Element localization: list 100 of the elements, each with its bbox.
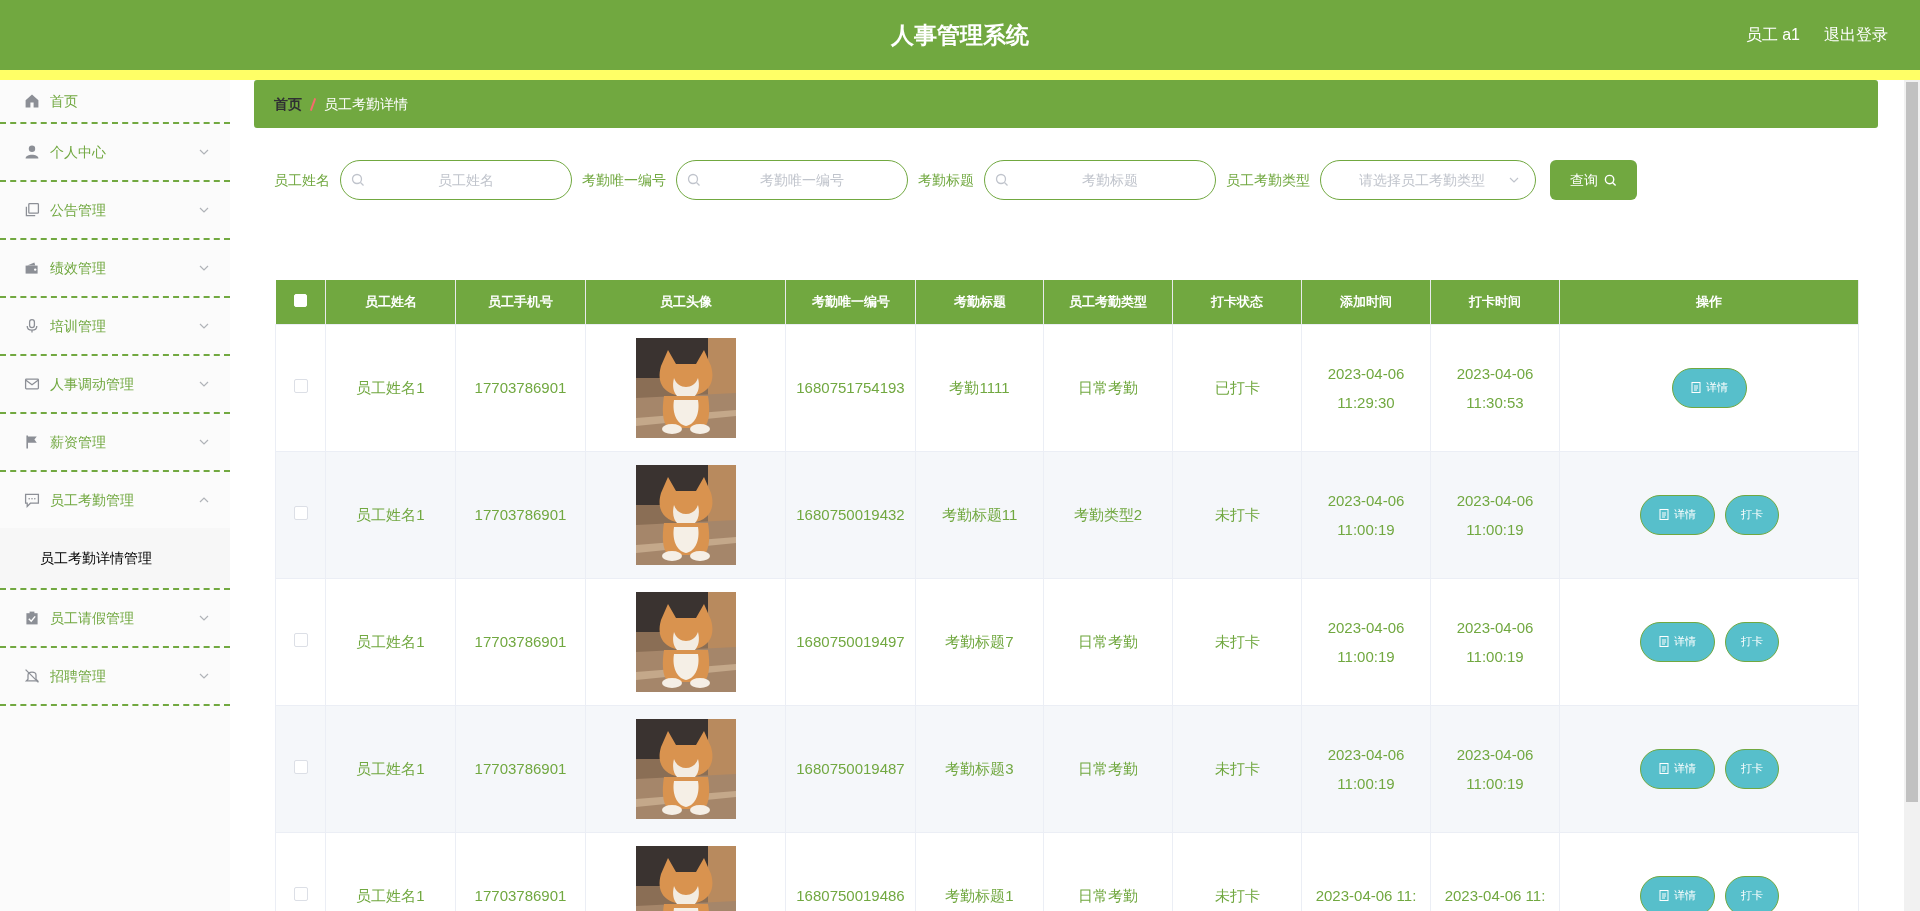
row-checkbox[interactable] (293, 378, 308, 393)
copy-icon (24, 202, 40, 218)
row-checkbox[interactable] (293, 759, 308, 774)
sidebar-menu[interactable]: 员工请假管理 (0, 590, 230, 646)
table-cell: 未打卡 (1214, 760, 1260, 777)
document-icon (1658, 763, 1669, 774)
table-cell: 未打卡 (1214, 887, 1260, 904)
table-cell: 1680750019432 (796, 506, 905, 523)
table-cell: 2023-04-06 11:30:53 (1456, 364, 1534, 411)
table-cell: 考勤标题7 (945, 633, 1014, 650)
table-cell: 2023-04-06 11:00:19 (1456, 745, 1534, 792)
chat-icon (24, 492, 40, 508)
column-header: 操作 (1559, 280, 1859, 324)
table-cell: 员工姓名1 (356, 379, 425, 396)
clock-in-button[interactable]: 打卡 (1724, 748, 1779, 789)
table-cell: 未打卡 (1214, 506, 1260, 523)
sidebar-subitem[interactable]: 员工考勤详情管理 (0, 528, 230, 588)
sidebar-menu[interactable]: 薪资管理 (0, 414, 230, 470)
sidebar-menu[interactable]: 绩效管理 (0, 240, 230, 296)
wallet-icon (24, 260, 40, 276)
home-icon (24, 93, 40, 109)
search-icon (687, 173, 701, 187)
table-cell: 2023-04-06 11: (1444, 887, 1546, 904)
table-cell: 已打卡 (1214, 379, 1260, 396)
search-icon (351, 173, 365, 187)
table-cell: 员工姓名1 (356, 760, 425, 777)
table-cell: 2023-04-06 11:00:19 (1327, 618, 1405, 665)
clock-in-button[interactable]: 打卡 (1724, 494, 1779, 535)
sidebar-menu[interactable]: 公告管理 (0, 182, 230, 238)
details-button[interactable]: 详情 (1639, 494, 1715, 535)
table-cell: 1680750019497 (796, 633, 905, 650)
column-header: 员工姓名 (325, 280, 456, 324)
table-cell: 1680751754193 (796, 379, 905, 396)
clock-in-button[interactable]: 打卡 (1724, 875, 1779, 911)
table-cell: 2023-04-06 11:00:19 (1456, 618, 1534, 665)
search-icon (1604, 173, 1617, 187)
breadcrumb-link[interactable]: 首页 (274, 93, 302, 115)
details-button[interactable]: 详情 (1671, 367, 1747, 408)
clipboard-check-icon (24, 610, 40, 626)
breadcrumb-current: 员工考勤详情 (324, 94, 408, 114)
column-header: 考勤唯一编号 (785, 280, 916, 324)
column-header: 员工考勤类型 (1043, 280, 1173, 324)
logout-link[interactable]: 退出登录 (1824, 23, 1888, 47)
table-cell: 考勤标题11 (941, 506, 1018, 523)
microphone-icon (24, 318, 40, 334)
field-label: 考勤标题 (918, 170, 974, 190)
table-cell: 2023-04-06 11:00:19 (1327, 745, 1405, 792)
column-header: 打卡时间 (1430, 280, 1560, 324)
column-header: 考勤标题 (915, 280, 1044, 324)
row-checkbox[interactable] (293, 505, 308, 520)
search-field[interactable]: 考勤唯一编号 (676, 160, 908, 200)
table-cell: 日常考勤 (1078, 760, 1138, 777)
field-label: 考勤唯一编号 (582, 170, 666, 190)
table-cell: 17703786901 (474, 506, 567, 523)
row-checkbox[interactable] (293, 632, 308, 647)
column-header: 员工手机号 (455, 280, 586, 324)
table-cell: 考勤1111 (949, 379, 1010, 396)
document-icon (1658, 509, 1669, 520)
scrollbar[interactable] (1904, 80, 1920, 911)
document-icon (1658, 636, 1669, 647)
sidebar-menu[interactable]: 培训管理 (0, 298, 230, 354)
table-cell: 考勤标题1 (945, 887, 1014, 904)
document-icon (1658, 890, 1669, 901)
document-icon (1690, 382, 1701, 393)
row-checkbox[interactable] (293, 886, 308, 901)
sidebar-menu[interactable]: 招聘管理 (0, 648, 230, 704)
table-cell: 2023-04-06 11:29:30 (1327, 364, 1405, 411)
flag-icon (24, 434, 40, 450)
sidebar-menu[interactable]: 个人中心 (0, 124, 230, 180)
table-cell: 考勤标题3 (945, 760, 1014, 777)
user-icon (24, 144, 40, 160)
details-button[interactable]: 详情 (1639, 875, 1715, 911)
table-cell: 日常考勤 (1078, 887, 1138, 904)
table-cell: 1680750019486 (796, 887, 905, 904)
sidebar-menu[interactable]: 人事调动管理 (0, 356, 230, 412)
table-cell: 日常考勤 (1078, 379, 1138, 396)
field-label: 员工姓名 (274, 170, 330, 190)
table-cell: 17703786901 (474, 760, 567, 777)
search-field[interactable]: 员工姓名 (340, 160, 572, 200)
sidebar-menu[interactable]: 员工考勤管理 (0, 472, 230, 528)
table-cell: 考勤类型2 (1073, 506, 1143, 523)
app-title: 人事管理系统 (891, 20, 1029, 50)
search-button[interactable]: 查询 (1550, 160, 1637, 200)
sidebar-item[interactable]: 首页 (0, 80, 230, 122)
table-cell: 2023-04-06 11:00:19 (1456, 491, 1534, 538)
breadcrumb-separator (309, 97, 317, 111)
field-label: 员工考勤类型 (1226, 170, 1310, 190)
table-cell: 17703786901 (474, 633, 567, 650)
details-button[interactable]: 详情 (1639, 748, 1715, 789)
details-button[interactable]: 详情 (1639, 621, 1715, 662)
mail-icon (24, 376, 40, 392)
bell-off-icon (24, 668, 40, 684)
clock-in-button[interactable]: 打卡 (1724, 621, 1779, 662)
table-cell: 员工姓名1 (356, 887, 425, 904)
table-cell: 员工姓名1 (356, 506, 425, 523)
column-header: 打卡状态 (1172, 280, 1302, 324)
table-cell: 未打卡 (1214, 633, 1260, 650)
table-cell: 1680750019487 (796, 760, 905, 777)
search-field[interactable]: 考勤标题 (984, 160, 1216, 200)
select-all-checkbox[interactable] (293, 293, 307, 307)
